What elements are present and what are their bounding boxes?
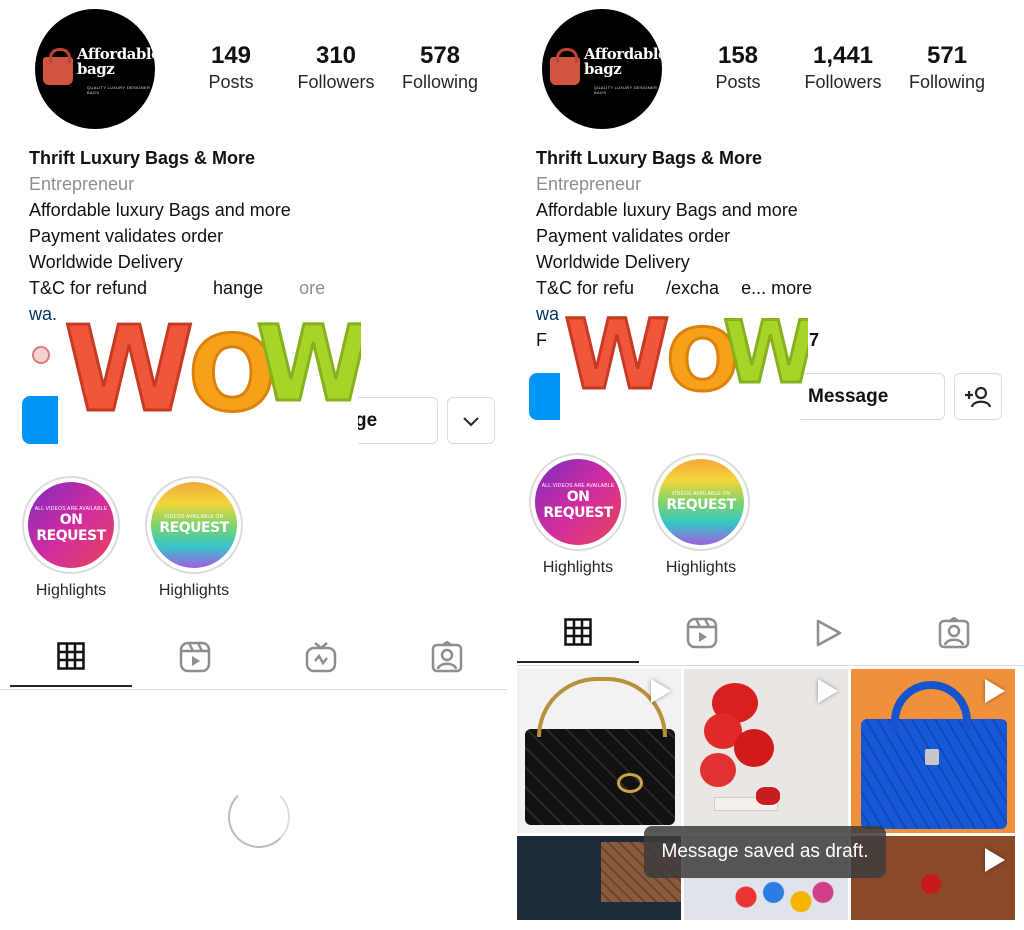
bio-line: T&C for refu/excha e... more	[536, 278, 813, 298]
handbag-icon	[43, 48, 73, 85]
highlight-request[interactable]: VIDEOS AVAILABLE ON REQUEST Highlights	[646, 453, 756, 577]
blue-croc-bag	[861, 719, 1007, 829]
posts-count[interactable]: 158 Posts	[705, 42, 771, 94]
svg-text:W: W	[564, 300, 670, 400]
tabs-divider	[0, 689, 507, 690]
post-thumbnail[interactable]	[517, 669, 681, 833]
heart-balloon	[700, 753, 736, 787]
draft-saved-toast: Message saved as draft.	[644, 826, 886, 878]
followers-count[interactable]: 1,441 Followers	[797, 42, 889, 94]
bio-line: Affordable luxury Bags and more	[29, 200, 291, 220]
tab-grid[interactable]	[517, 603, 639, 663]
avatar-brand: Affordable bagz	[77, 45, 155, 78]
tagged-user-icon	[938, 617, 970, 649]
heart-balloon	[756, 787, 780, 805]
wow-sticker: W O W	[563, 300, 809, 400]
profile-screen-left: Affordable bagz QUALITY LUXURY DESIGNER B…	[0, 0, 507, 930]
tab-reels[interactable]	[134, 627, 256, 687]
tab-videos[interactable]	[767, 603, 889, 663]
posts-count[interactable]: 149 Posts	[198, 42, 264, 94]
colorful-charms	[724, 874, 834, 920]
tab-tagged[interactable]	[893, 603, 1015, 663]
bio-line: Payment validates order	[536, 226, 731, 246]
bio-line: Affordable luxury Bags and more	[536, 200, 798, 220]
avatar-brand: Affordable bagz	[584, 45, 662, 78]
loading-spinner	[228, 786, 290, 848]
tab-grid[interactable]	[10, 627, 132, 687]
highlight-on-request[interactable]: ALL VIDEOS ARE AVAILABLE ON REQUEST High…	[523, 453, 633, 577]
following-count[interactable]: 571 Following	[903, 42, 991, 94]
profile-tabs	[517, 603, 1024, 663]
message-button[interactable]: Message	[797, 373, 945, 420]
svg-text:W: W	[64, 300, 194, 425]
highlight-request[interactable]: VIDEOS AVAILABLE ON REQUEST Highlights	[139, 476, 249, 600]
avatar-tagline: QUALITY LUXURY DESIGNER BAGS	[87, 85, 151, 95]
highlight-on-request[interactable]: ALL VIDEOS ARE AVAILABLE ON REQUEST High…	[16, 476, 126, 600]
svg-text:W: W	[723, 303, 808, 400]
following-count[interactable]: 578 Following	[396, 42, 484, 94]
post-thumbnail[interactable]	[851, 669, 1015, 833]
tab-igtv[interactable]	[260, 627, 382, 687]
bag-clasp	[617, 773, 643, 793]
profile-name: Thrift Luxury Bags & More	[536, 148, 763, 168]
heart-balloon	[734, 729, 774, 767]
bio-line: Worldwide Delivery	[29, 252, 183, 272]
bio-line: T&C for refund hange ore	[29, 278, 326, 298]
igtv-icon	[305, 642, 337, 673]
gold-chain-strap	[537, 677, 667, 737]
suggested-dropdown-button[interactable]	[447, 397, 495, 444]
post-thumbnail[interactable]	[684, 669, 848, 833]
profile-category: Entrepreneur	[536, 174, 642, 194]
bio-line: Payment validates order	[29, 226, 224, 246]
red-clover-pendant	[921, 874, 941, 894]
reel-play-icon	[985, 679, 1005, 703]
bag-lock	[925, 749, 939, 765]
reels-icon	[179, 641, 211, 673]
profile-avatar[interactable]: Affordable bagz QUALITY LUXURY DESIGNER B…	[35, 9, 155, 129]
reels-icon	[686, 617, 718, 649]
play-icon	[816, 619, 842, 647]
tab-tagged[interactable]	[386, 627, 507, 687]
handbag-icon	[550, 48, 580, 85]
reel-play-icon	[985, 848, 1005, 872]
black-quilted-bag	[525, 729, 675, 825]
reel-play-icon	[651, 679, 671, 703]
tabs-divider	[517, 665, 1024, 666]
svg-text:W: W	[256, 303, 361, 425]
followers-count[interactable]: 310 Followers	[290, 42, 382, 94]
avatar-tagline: QUALITY LUXURY DESIGNER BAGS	[594, 85, 658, 95]
profile-avatar[interactable]: Affordable bagz QUALITY LUXURY DESIGNER B…	[542, 9, 662, 129]
reel-play-icon	[818, 679, 838, 703]
profile-tabs	[0, 627, 507, 687]
add-user-icon	[965, 386, 992, 407]
tagged-user-icon	[431, 641, 463, 673]
profile-name: Thrift Luxury Bags & More	[29, 148, 256, 168]
red-badge	[32, 346, 50, 364]
profile-category: Entrepreneur	[29, 174, 135, 194]
bio-line: Worldwide Delivery	[536, 252, 690, 272]
profile-screen-right: Affordable bagz QUALITY LUXURY DESIGNER B…	[517, 0, 1024, 930]
wow-sticker: W O W	[63, 300, 362, 425]
tab-reels[interactable]	[641, 603, 763, 663]
chevron-down-icon	[463, 416, 479, 426]
bag-handle	[891, 681, 971, 731]
grid-icon	[57, 642, 85, 670]
grid-icon	[564, 618, 592, 646]
add-user-button[interactable]	[954, 373, 1002, 420]
